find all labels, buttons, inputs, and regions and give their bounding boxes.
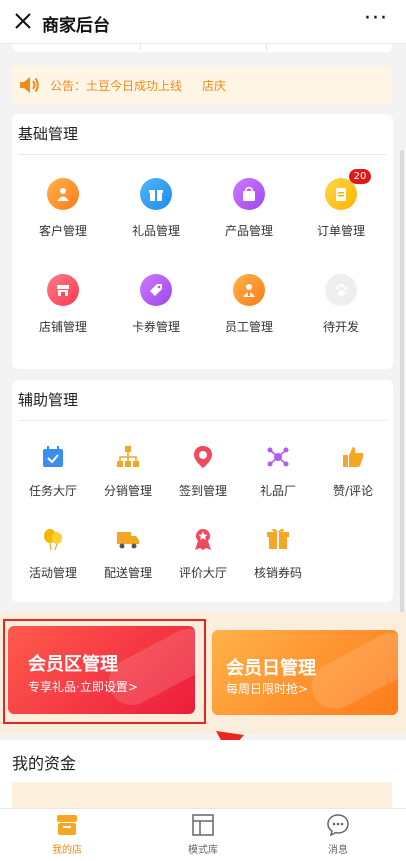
grid-item-label: 订单管理 (316, 224, 365, 238)
grid-item-label: 核销券码 (253, 566, 302, 580)
grid-item-pending[interactable]: 待开发 (296, 274, 386, 335)
more-menu-icon[interactable]: ··· (364, 8, 388, 30)
grid-item-product[interactable]: 产品管理 (204, 178, 294, 239)
top-card-stub (12, 44, 392, 52)
store-tab-icon (55, 813, 79, 837)
grid-item-activity[interactable]: 活动管理 (16, 526, 90, 581)
tab-label: 模式库 (188, 845, 218, 856)
paw-icon (325, 274, 357, 306)
grid-item-label: 产品管理 (224, 224, 273, 238)
top-bar: 商家后台 ··· (0, 0, 406, 44)
grid-item-label: 客户管理 (38, 224, 87, 238)
grid-item-label: 礼品管理 (131, 224, 180, 238)
grid-item-label: 员工管理 (224, 320, 273, 334)
grid-item-task-hall[interactable]: 任务大厅 (16, 444, 90, 499)
bottom-tab-bar: 我的店 模式库 消息 (0, 808, 406, 861)
banner-title: 会员日管理 (226, 658, 316, 679)
ticket-icon (140, 274, 172, 306)
section-title: 我的资金 (12, 754, 77, 773)
grid-item-delivery[interactable]: 配送管理 (91, 526, 165, 581)
store-icon (47, 274, 79, 306)
clipboard-icon: 20 (325, 169, 371, 210)
grid-item-label: 评价大厅 (178, 566, 227, 580)
tab-my-store[interactable]: 我的店 (32, 813, 102, 856)
grid-item-order[interactable]: 20 订单管理 (296, 169, 386, 239)
fund-section: 我的资金 (0, 740, 406, 810)
section-title: 基础管理 (18, 125, 79, 143)
tab-label: 我的店 (52, 845, 82, 856)
announcement-text: 公告：土豆今日成功上线 (50, 79, 183, 93)
grid-item-label: 配送管理 (103, 566, 152, 580)
grid-item-store[interactable]: 店铺管理 (18, 274, 108, 335)
grid-item-gift-factory[interactable]: 礼品厂 (241, 444, 315, 499)
auxiliary-management-card: 辅助管理 任务大厅 分销管理 签到管理 礼品厂 赞/评论 活动管理 配送管理 评… (12, 380, 393, 602)
truck-icon (115, 526, 141, 552)
grid-item-gift[interactable]: 礼品管理 (111, 178, 201, 239)
grid-item-label: 签到管理 (178, 484, 227, 498)
member-day-banner[interactable]: 会员日管理 每周日限时抢> (212, 630, 398, 715)
balloon-icon (40, 526, 66, 552)
bag-icon (233, 178, 265, 210)
grid-item-staff[interactable]: 员工管理 (204, 274, 294, 335)
tab-messages[interactable]: 消息 (303, 813, 373, 856)
grid-item-likes-comments[interactable]: 赞/评论 (316, 444, 390, 499)
basic-management-card: 基础管理 客户管理 礼品管理 产品管理 20 订单管理 店铺管理 卡券管理 员工… (12, 114, 393, 369)
grid-item-label: 待开发 (322, 320, 359, 334)
fund-panel (12, 782, 392, 810)
grid-item-label: 任务大厅 (28, 484, 77, 498)
person-icon (47, 178, 79, 210)
grid-item-verify-coupon[interactable]: 核销券码 (241, 526, 315, 581)
calendar-check-icon (40, 444, 66, 470)
gift-box-icon (265, 526, 291, 552)
grid-item-distribution[interactable]: 分销管理 (91, 444, 165, 499)
close-icon[interactable] (10, 8, 36, 34)
grid-item-label: 礼品厂 (259, 484, 296, 498)
grid-item-label: 活动管理 (28, 566, 77, 580)
grid-item-label: 卡券管理 (131, 320, 180, 334)
grid-item-label: 赞/评论 (332, 484, 374, 498)
order-badge: 20 (349, 169, 371, 184)
tab-pattern-library[interactable]: 模式库 (168, 813, 238, 856)
highlight-box (3, 619, 206, 724)
grid-item-label: 分销管理 (103, 484, 152, 498)
banner-decoration (303, 630, 398, 715)
layout-icon (191, 813, 215, 837)
divider (18, 420, 387, 421)
section-title: 辅助管理 (18, 391, 79, 409)
grid-item-label: 店铺管理 (38, 320, 87, 334)
staff-icon (233, 274, 265, 306)
scrollbar[interactable] (400, 150, 404, 620)
page-title: 商家后台 (42, 16, 110, 36)
thumbs-up-icon (340, 444, 366, 470)
grid-item-coupon[interactable]: 卡券管理 (111, 274, 201, 335)
location-pin-icon (190, 444, 216, 470)
banner-subtitle: 每周日限时抢> (226, 682, 309, 696)
announcement-bar[interactable]: 公告：土豆今日成功上线 店庆 (12, 66, 392, 104)
network-icon (265, 444, 291, 470)
tab-label: 消息 (328, 845, 348, 856)
grid-item-checkin[interactable]: 签到管理 (166, 444, 240, 499)
announcement-extra: 店庆 (202, 79, 227, 93)
gift-icon (140, 178, 172, 210)
divider (18, 154, 387, 155)
chat-icon (326, 813, 350, 837)
speaker-icon (20, 77, 39, 93)
hierarchy-icon (115, 444, 141, 470)
grid-item-customer[interactable]: 客户管理 (18, 178, 108, 239)
grid-item-review-hall[interactable]: 评价大厅 (166, 526, 240, 581)
medal-icon (190, 526, 216, 552)
